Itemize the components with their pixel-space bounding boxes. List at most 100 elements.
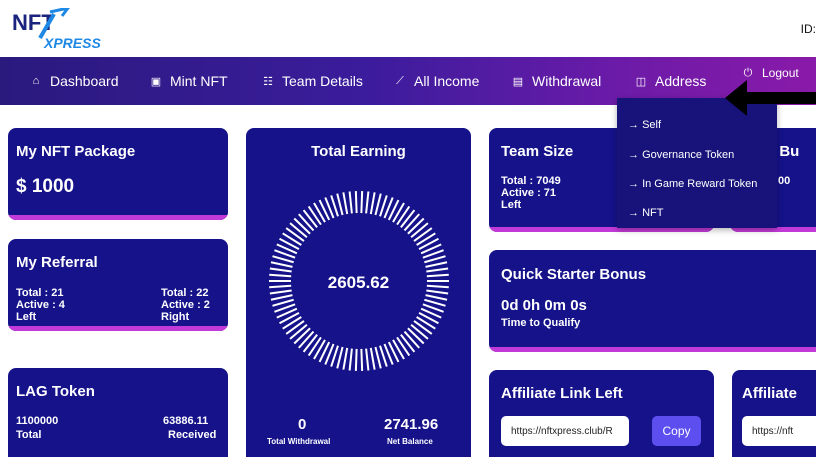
ring-tick: [354, 191, 358, 214]
ring-tick: [369, 192, 376, 215]
ring-tick: [403, 330, 420, 349]
lag-token-title: LAG Token: [16, 383, 95, 400]
card-accent-stripe: [8, 215, 228, 220]
nav-dashboard[interactable]: ⌂ Dashboard: [30, 57, 119, 105]
quick-starter-card: Quick Starter Bonus 0d 0h 0m 0s Time to …: [489, 250, 816, 352]
lag-token-received-label: Received: [168, 429, 217, 441]
affiliate-left-title: Affiliate Link Left: [501, 385, 623, 402]
total-withdrawal-label: Total Withdrawal: [267, 437, 331, 446]
dropdown-item-self[interactable]: → Self: [628, 119, 661, 131]
card-accent-stripe: [8, 326, 228, 331]
nftxpress-logo[interactable]: NFT XPRESS: [10, 8, 110, 50]
ring-tick: [396, 205, 411, 226]
nav-address-label: Address: [655, 73, 707, 89]
card-accent-stripe: [489, 347, 816, 352]
nft-package-title: My NFT Package: [16, 143, 136, 160]
referral-right-side: Right: [161, 311, 190, 323]
ring-tick: [348, 348, 353, 371]
lag-token-total-label: Total: [16, 429, 42, 441]
ring-tick: [302, 333, 318, 353]
ring-tick: [425, 261, 448, 268]
quick-starter-title: Quick Starter Bonus: [501, 266, 647, 283]
arrow-right-icon: →: [628, 149, 643, 161]
total-earning-title: Total Earning: [311, 143, 406, 160]
total-withdrawal-value: 0: [298, 416, 307, 433]
arrow-right-icon: →: [628, 207, 643, 219]
ring-tick: [374, 346, 382, 369]
dropdown-item-in-game-label: In Game Reward Token: [642, 178, 758, 190]
ring-tick: [410, 222, 429, 239]
ring-tick: [410, 323, 429, 340]
referral-left-active: Active : 4: [16, 299, 65, 311]
ring-tick: [400, 333, 416, 353]
home-icon: ⌂: [32, 75, 40, 87]
net-balance-value: 2741.96: [384, 416, 439, 433]
ring-tick: [396, 336, 411, 357]
dropdown-item-nft-label: NFT: [642, 207, 664, 219]
ring-tick: [360, 191, 364, 214]
ring-tick: [360, 348, 364, 371]
nav-all-income-label: All Income: [414, 73, 480, 89]
wallet-icon: ▤: [512, 75, 524, 88]
dropdown-item-governance-token[interactable]: → Governance Token: [628, 149, 734, 161]
ring-tick: [369, 347, 376, 370]
ring-tick: [426, 267, 449, 273]
nft-package-value: $ 1000: [16, 176, 75, 197]
affiliate-right-link-input[interactable]: https://nft: [742, 416, 816, 446]
ring-tick: [270, 261, 293, 268]
address-icon: ◫: [635, 75, 647, 88]
mint-icon: ▣: [150, 75, 162, 88]
partial-card-value: 00: [778, 175, 791, 187]
ring-tick: [365, 348, 370, 371]
referral-left-side: Left: [16, 311, 37, 323]
arrow-right-icon: →: [628, 119, 643, 131]
affiliate-left-card: Affiliate Link Left https://nftxpress.cl…: [489, 370, 714, 457]
team-icon: ☷: [263, 75, 273, 88]
ring-tick: [354, 348, 358, 371]
ring-tick: [285, 320, 305, 335]
nav-team-details[interactable]: ☷ Team Details: [262, 57, 363, 105]
lag-token-card: LAG Token 1100000 Total 63886.11 Receive…: [8, 368, 228, 457]
ring-tick: [403, 213, 420, 232]
ring-tick: [348, 191, 353, 214]
user-id-label: ID:: [800, 22, 816, 36]
dropdown-item-governance-label: Governance Token: [642, 149, 735, 161]
nav-mint-nft[interactable]: ▣ Mint NFT: [150, 57, 228, 105]
affiliate-left-copy-button[interactable]: Copy: [652, 416, 701, 446]
ring-tick: [298, 330, 315, 349]
ring-tick: [285, 227, 305, 242]
referral-card: My Referral Total : 21 Active : 4 Left T…: [8, 239, 228, 331]
ring-tick: [307, 205, 322, 226]
ring-tick: [342, 192, 349, 215]
affiliate-right-card: Affiliate https://nft: [732, 370, 816, 457]
ring-tick: [413, 320, 433, 335]
affiliate-left-link-input[interactable]: https://nftxpress.club/R: [501, 416, 629, 446]
referral-title: My Referral: [16, 254, 98, 271]
nav-withdrawal-label: Withdrawal: [532, 73, 602, 89]
net-balance-label: Net Balance: [387, 437, 433, 446]
pointer-arrow-icon: [725, 80, 816, 116]
nav-team-details-label: Team Details: [282, 73, 363, 89]
chart-icon: ⟋: [396, 74, 404, 87]
nav-all-income[interactable]: ⟋ All Income: [394, 57, 479, 105]
ring-tick: [407, 327, 425, 345]
ring-tick: [289, 323, 308, 340]
ring-tick: [298, 213, 315, 232]
nav-dashboard-label: Dashboard: [50, 73, 119, 89]
total-earning-card: Total Earning 2605.62 0 Total Withdrawal…: [246, 128, 471, 457]
dropdown-item-nft[interactable]: → NFT: [628, 207, 663, 219]
total-earning-value: 2605.62: [327, 273, 390, 292]
ring-tick: [289, 222, 308, 239]
ring-tick: [307, 336, 322, 357]
referral-right-total: Total : 22: [161, 287, 209, 299]
nav-mint-nft-label: Mint NFT: [170, 73, 228, 89]
team-size-side: Left: [501, 199, 522, 211]
ring-tick: [302, 209, 318, 229]
ring-tick: [282, 232, 302, 246]
dropdown-item-in-game-reward-token[interactable]: → In Game Reward Token: [628, 178, 757, 190]
ring-tick: [407, 217, 425, 235]
ring-tick: [374, 193, 382, 216]
affiliate-right-title: Affiliate: [742, 385, 798, 402]
dropdown-item-self-label: Self: [642, 119, 662, 131]
nav-withdrawal[interactable]: ▤ Withdrawal: [512, 57, 601, 105]
